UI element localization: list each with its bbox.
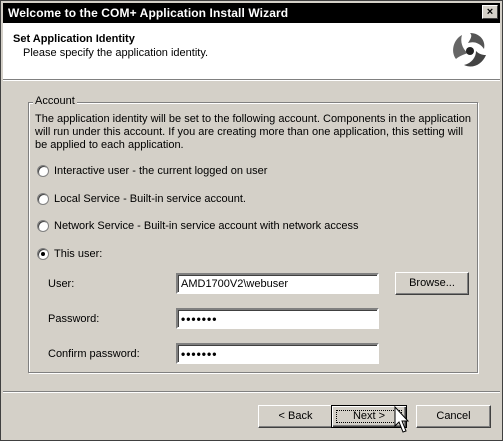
page-subtitle: Please specify the application identity. [23,47,209,59]
radio-label: Interactive user - the current logged on… [54,165,268,177]
wizard-window: Welcome to the COM+ Application Install … [0,0,503,441]
radio-label: This user: [54,248,103,260]
radio-button[interactable] [37,165,49,177]
user-input[interactable]: AMD1700V2\webuser [176,273,379,294]
confirm-password-label: Confirm password: [48,348,140,360]
browse-button[interactable]: Browse... [395,272,469,295]
radio-button[interactable] [37,220,49,232]
focus-ring [336,410,402,423]
window-title: Welcome to the COM+ Application Install … [8,6,289,20]
title-bar[interactable]: Welcome to the COM+ Application Install … [3,3,500,23]
account-group-label: Account [33,95,77,107]
radio-label: Network Service - Built-in service accou… [54,220,359,232]
cancel-button[interactable]: Cancel [416,405,491,428]
mouse-pointer-icon [394,406,410,433]
password-label: Password: [48,313,100,325]
footer-divider [3,391,500,393]
radio-button-selected[interactable] [37,248,49,260]
user-label: User: [48,278,75,290]
radio-button[interactable] [37,193,49,205]
close-icon: × [486,6,494,18]
radio-label: Local Service - Built-in service account… [54,193,246,205]
confirm-password-input[interactable]: ••••••• [176,343,379,364]
close-button[interactable]: × [482,5,498,19]
header-divider [3,79,500,81]
password-input[interactable]: ••••••• [176,308,379,329]
account-description: The application identity will be set to … [35,113,471,151]
com-plus-swirl-icon [448,29,492,73]
page-title: Set Application Identity [13,33,135,45]
wizard-header: Set Application Identity Please specify … [3,23,500,79]
back-button[interactable]: < Back [258,405,333,428]
